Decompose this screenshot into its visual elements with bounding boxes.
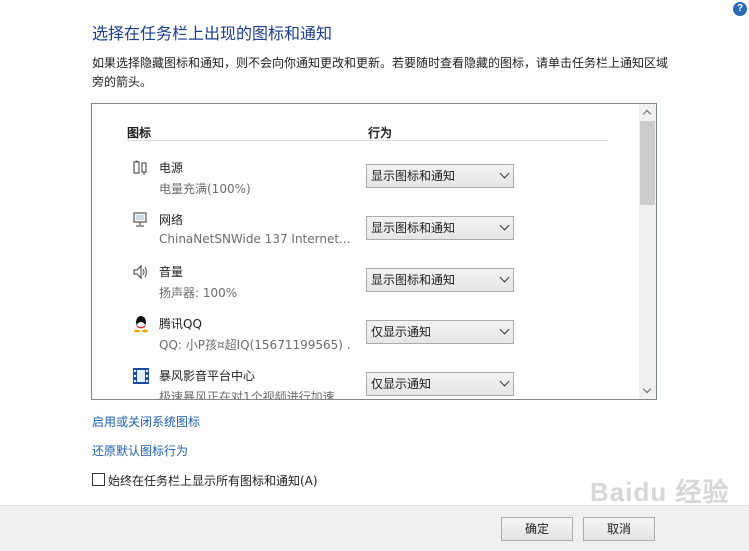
scroll-down-icon[interactable]	[639, 382, 656, 399]
behavior-dropdown[interactable]: 显示图标和通知	[366, 216, 514, 240]
chevron-down-icon	[499, 272, 510, 283]
item-status: 电量充满(100%)	[159, 182, 251, 196]
behavior-dropdown[interactable]: 仅显示通知	[366, 320, 514, 344]
dropdown-value: 显示图标和通知	[371, 169, 456, 183]
dropdown-value: 仅显示通知	[371, 377, 432, 391]
item-name: 网络	[159, 213, 184, 227]
list-item: 电源 电量充满(100%) 显示图标和通知	[92, 156, 637, 208]
toggle-system-icons-link[interactable]: 启用或关闭系统图标	[92, 413, 200, 430]
notification-icon-list[interactable]: 图标 行为 电源 电量充满(100%) 显示图标和通知 网络 ChinaNetS…	[91, 103, 657, 400]
vertical-scrollbar[interactable]	[639, 104, 656, 399]
item-status: 极速暴风正在对1个视频进行加速 ...	[159, 390, 350, 400]
chevron-down-icon	[499, 220, 510, 231]
film-icon	[133, 368, 149, 384]
list-item: 暴风影音平台中心 极速暴风正在对1个视频进行加速 ... 仅显示通知	[92, 364, 637, 400]
chevron-down-icon	[499, 376, 510, 387]
behavior-dropdown[interactable]: 显示图标和通知	[366, 164, 514, 188]
list-item: 腾讯QQ QQ: 小P孩¤超IQ(15671199565) ... 仅显示通知	[92, 312, 637, 364]
chevron-down-icon	[499, 324, 510, 335]
header-divider	[127, 140, 608, 141]
always-show-checkbox[interactable]	[92, 473, 105, 486]
item-name: 音量	[159, 265, 184, 279]
always-show-label[interactable]: 始终在任务栏上显示所有图标和通知(A)	[108, 472, 318, 489]
dialog-footer: 确定 取消	[0, 505, 749, 551]
dropdown-value: 显示图标和通知	[371, 221, 456, 235]
column-header-icon: 图标	[127, 126, 152, 140]
network-icon	[133, 212, 147, 227]
item-status: ChinaNetSNWide 137 Internet...	[159, 232, 351, 246]
item-status: QQ: 小P孩¤超IQ(15671199565) ...	[159, 338, 351, 352]
item-name: 电源	[159, 161, 184, 175]
cancel-button[interactable]: 取消	[583, 517, 655, 541]
chevron-down-icon	[499, 168, 510, 179]
ok-button[interactable]: 确定	[501, 517, 573, 541]
power-icon	[133, 160, 147, 175]
restore-defaults-link[interactable]: 还原默认图标行为	[92, 442, 188, 459]
volume-icon	[133, 264, 148, 280]
scrollbar-thumb[interactable]	[640, 121, 655, 205]
item-name: 腾讯QQ	[159, 317, 202, 331]
description-text: 如果选择隐藏图标和通知，则不会向你通知更改和更新。若要随时查看隐藏的图标，请单击…	[92, 56, 669, 89]
dropdown-value: 显示图标和通知	[371, 273, 456, 287]
baidu-watermark: Baidu 经验	[590, 477, 730, 507]
behavior-dropdown[interactable]: 显示图标和通知	[366, 268, 514, 292]
list-item: 音量 扬声器: 100% 显示图标和通知	[92, 260, 637, 312]
item-status: 扬声器: 100%	[159, 286, 238, 300]
behavior-dropdown[interactable]: 仅显示通知	[366, 372, 514, 396]
dropdown-value: 仅显示通知	[371, 325, 432, 339]
page-title: 选择在任务栏上出现的图标和通知	[92, 24, 333, 43]
list-item: 网络 ChinaNetSNWide 137 Internet... 显示图标和通…	[92, 208, 637, 260]
scroll-up-icon[interactable]	[639, 104, 656, 121]
qq-icon	[134, 316, 148, 333]
column-header-behavior: 行为	[368, 126, 393, 140]
help-icon[interactable]: ?	[733, 2, 747, 16]
item-name: 暴风影音平台中心	[159, 369, 256, 383]
